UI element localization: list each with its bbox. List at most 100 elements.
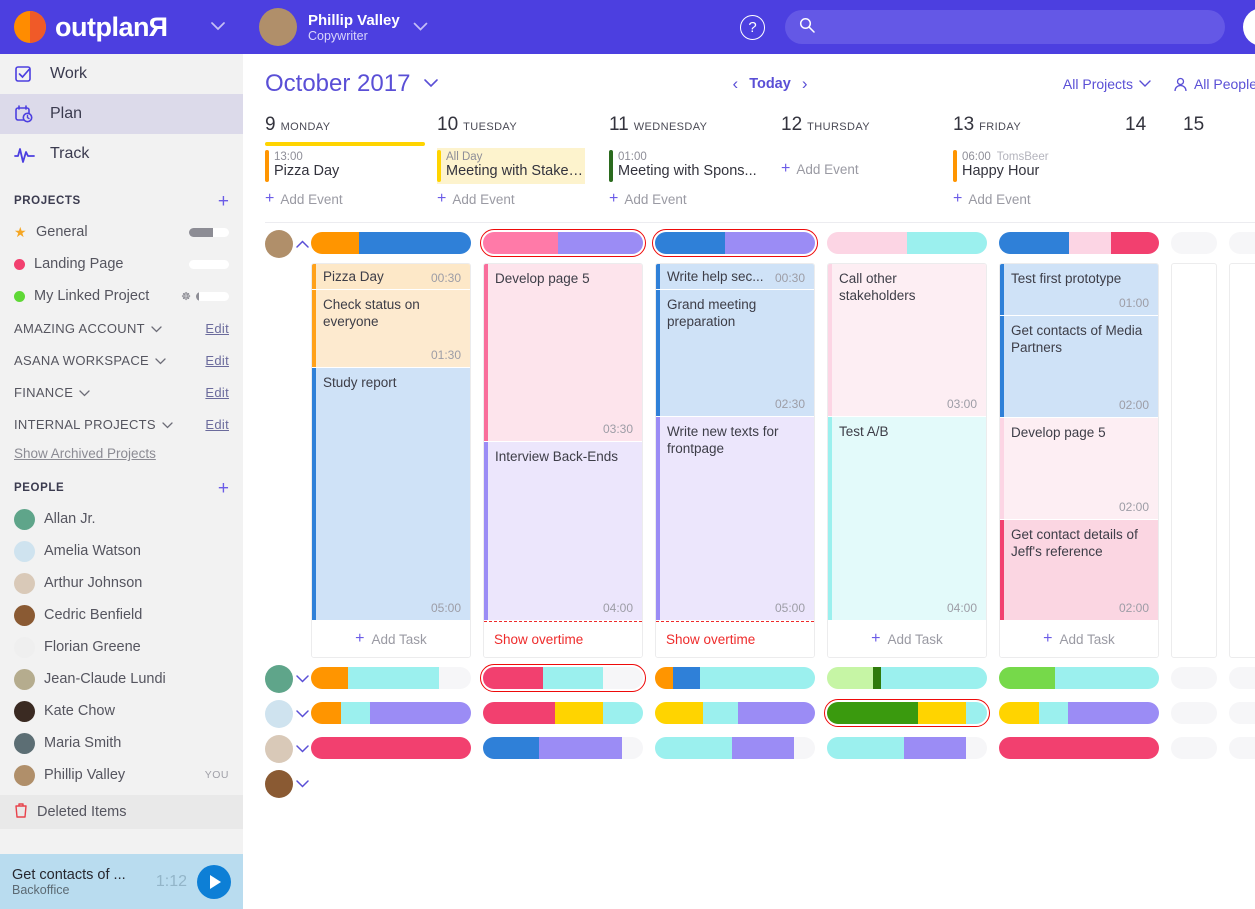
chevron-down-icon[interactable] (296, 707, 309, 721)
person-item-4[interactable]: Florian Greene (0, 631, 243, 663)
task-card[interactable]: Develop page 5 02:00 (1000, 418, 1158, 520)
day-load-bar-3[interactable] (827, 232, 987, 254)
chevron-down-icon[interactable] (296, 777, 309, 791)
project-group-edit[interactable]: Edit (205, 385, 229, 400)
chevron-down-icon[interactable] (155, 353, 166, 368)
project-group-0[interactable]: AMAZING ACCOUNT Edit (0, 312, 243, 344)
chevron-down-icon[interactable] (79, 385, 90, 400)
task-card[interactable]: Test A/B 04:00 (828, 417, 986, 621)
today-button[interactable]: Today (749, 76, 791, 92)
person-item-6[interactable]: Kate Chow (0, 695, 243, 727)
show-overtime-button[interactable]: Show overtime (484, 621, 642, 657)
add-event-button[interactable]: + Add Event (609, 184, 769, 214)
day-load-bar-1[interactable] (483, 737, 643, 759)
project-group-3[interactable]: INTERNAL PROJECTS Edit (0, 408, 243, 440)
avatar[interactable] (265, 700, 293, 728)
task-card[interactable]: Interview Back-Ends 04:00 (484, 442, 642, 621)
avatar[interactable] (265, 665, 293, 693)
project-group-edit[interactable]: Edit (205, 321, 229, 336)
task-card[interactable]: Write new texts for frontpage 05:00 (656, 417, 814, 621)
search-bar[interactable] (785, 10, 1225, 44)
chevron-down-icon[interactable] (296, 742, 309, 756)
day-load-bar-0[interactable] (311, 702, 471, 724)
day-load-bar-2[interactable] (655, 702, 815, 724)
day-load-bar-0[interactable] (311, 737, 471, 759)
person-item-5[interactable]: Jean-Claude Lundi (0, 663, 243, 695)
day-load-bar-2[interactable] (652, 229, 818, 257)
task-card[interactable]: Write help sec... 00:30 (656, 264, 814, 290)
chevron-down-icon[interactable] (151, 321, 162, 336)
day-load-bar-6[interactable] (1229, 702, 1255, 724)
project-item-2[interactable]: My Linked Project ☸ (0, 280, 243, 312)
day-load-bar-1[interactable] (483, 702, 643, 724)
day-load-bar-1[interactable] (480, 229, 646, 257)
chevron-down-icon[interactable] (413, 18, 428, 36)
chevron-down-icon[interactable] (162, 417, 173, 432)
day-load-bar-6[interactable] (1229, 232, 1255, 254)
project-group-2[interactable]: FINANCE Edit (0, 376, 243, 408)
project-group-1[interactable]: ASANA WORKSPACE Edit (0, 344, 243, 376)
event-item[interactable]: All Day Meeting with Stakeh... (437, 148, 585, 184)
sidebar-item-track[interactable]: Track (0, 134, 243, 174)
task-card[interactable]: Get contacts of Media Partners 02:00 (1000, 316, 1158, 418)
day-load-bar-0[interactable] (311, 232, 471, 254)
filter-all-people[interactable]: All People (1173, 76, 1255, 92)
person-item-2[interactable]: Arthur Johnson (0, 567, 243, 599)
day-load-bar-5[interactable] (1171, 232, 1217, 254)
next-week-button[interactable]: › (802, 74, 808, 94)
day-load-bar-2[interactable] (655, 737, 815, 759)
timer-play-button[interactable] (197, 864, 231, 899)
task-card[interactable]: Grand meeting preparation 02:30 (656, 290, 814, 417)
avatar[interactable] (265, 230, 293, 258)
chevron-down-icon[interactable] (211, 18, 225, 36)
day-load-bar-3[interactable] (827, 667, 987, 689)
avatar[interactable] (259, 8, 297, 46)
add-event-button[interactable]: + Add Event (437, 184, 597, 214)
add-person-button[interactable]: + (218, 479, 229, 498)
task-card[interactable]: Test first prototype 01:00 (1000, 264, 1158, 316)
day-load-bar-4[interactable] (999, 702, 1159, 724)
project-item-1[interactable]: Landing Page (0, 248, 243, 280)
person-item-1[interactable]: Amelia Watson (0, 535, 243, 567)
chevron-up-icon[interactable] (296, 237, 309, 251)
task-card[interactable]: Develop page 5 03:30 (484, 264, 642, 442)
person-item-8[interactable]: Phillip Valley YOU (0, 759, 243, 791)
day-load-bar-0[interactable] (311, 667, 471, 689)
day-load-bar-3[interactable] (824, 699, 990, 727)
day-load-bar-4[interactable] (999, 232, 1159, 254)
sidebar-item-deleted-items[interactable]: Deleted Items (0, 795, 243, 829)
show-archived-projects-link[interactable]: Show Archived Projects (0, 440, 243, 461)
show-overtime-button[interactable]: Show overtime (656, 621, 814, 657)
add-event-button[interactable]: + Add Event (781, 154, 941, 184)
person-item-7[interactable]: Maria Smith (0, 727, 243, 759)
task-card[interactable]: Study report 05:00 (312, 368, 470, 621)
day-load-bar-1[interactable] (480, 664, 646, 692)
month-label[interactable]: October 2017 (265, 70, 410, 98)
chevron-down-icon[interactable] (423, 75, 439, 93)
search-input[interactable] (824, 19, 1211, 35)
project-group-edit[interactable]: Edit (205, 417, 229, 432)
task-card[interactable]: Get contact details of Jeff's reference 0… (1000, 520, 1158, 621)
person-item-3[interactable]: Cedric Benfield (0, 599, 243, 631)
day-load-bar-5[interactable] (1171, 667, 1217, 689)
add-task-button[interactable]: + Add Task (828, 621, 986, 657)
add-project-button[interactable]: + (218, 192, 229, 211)
filter-all-projects[interactable]: All Projects (1063, 76, 1151, 92)
day-load-bar-4[interactable] (999, 667, 1159, 689)
chevron-down-icon[interactable] (296, 672, 309, 686)
prev-week-button[interactable]: ‹ (733, 74, 739, 94)
event-item[interactable]: 06:00 TomsBeer Happy Hour (953, 148, 1101, 184)
add-event-button[interactable]: + Add Event (265, 184, 425, 214)
avatar[interactable] (265, 770, 293, 798)
event-item[interactable]: 01:00 Meeting with Spons... (609, 148, 757, 184)
task-card[interactable]: Pizza Day 00:30 (312, 264, 470, 290)
task-card[interactable]: Call other stakeholders 03:00 (828, 264, 986, 417)
help-button[interactable]: ? (740, 14, 765, 40)
day-load-bar-4[interactable] (999, 737, 1159, 759)
brand-header[interactable]: outplanR (0, 0, 243, 54)
project-item-0[interactable]: ★ General (0, 216, 243, 248)
sidebar-item-work[interactable]: Work (0, 54, 243, 94)
project-group-edit[interactable]: Edit (205, 353, 229, 368)
add-button[interactable]: + (1243, 8, 1255, 46)
add-task-button[interactable]: + Add Task (1000, 621, 1158, 657)
